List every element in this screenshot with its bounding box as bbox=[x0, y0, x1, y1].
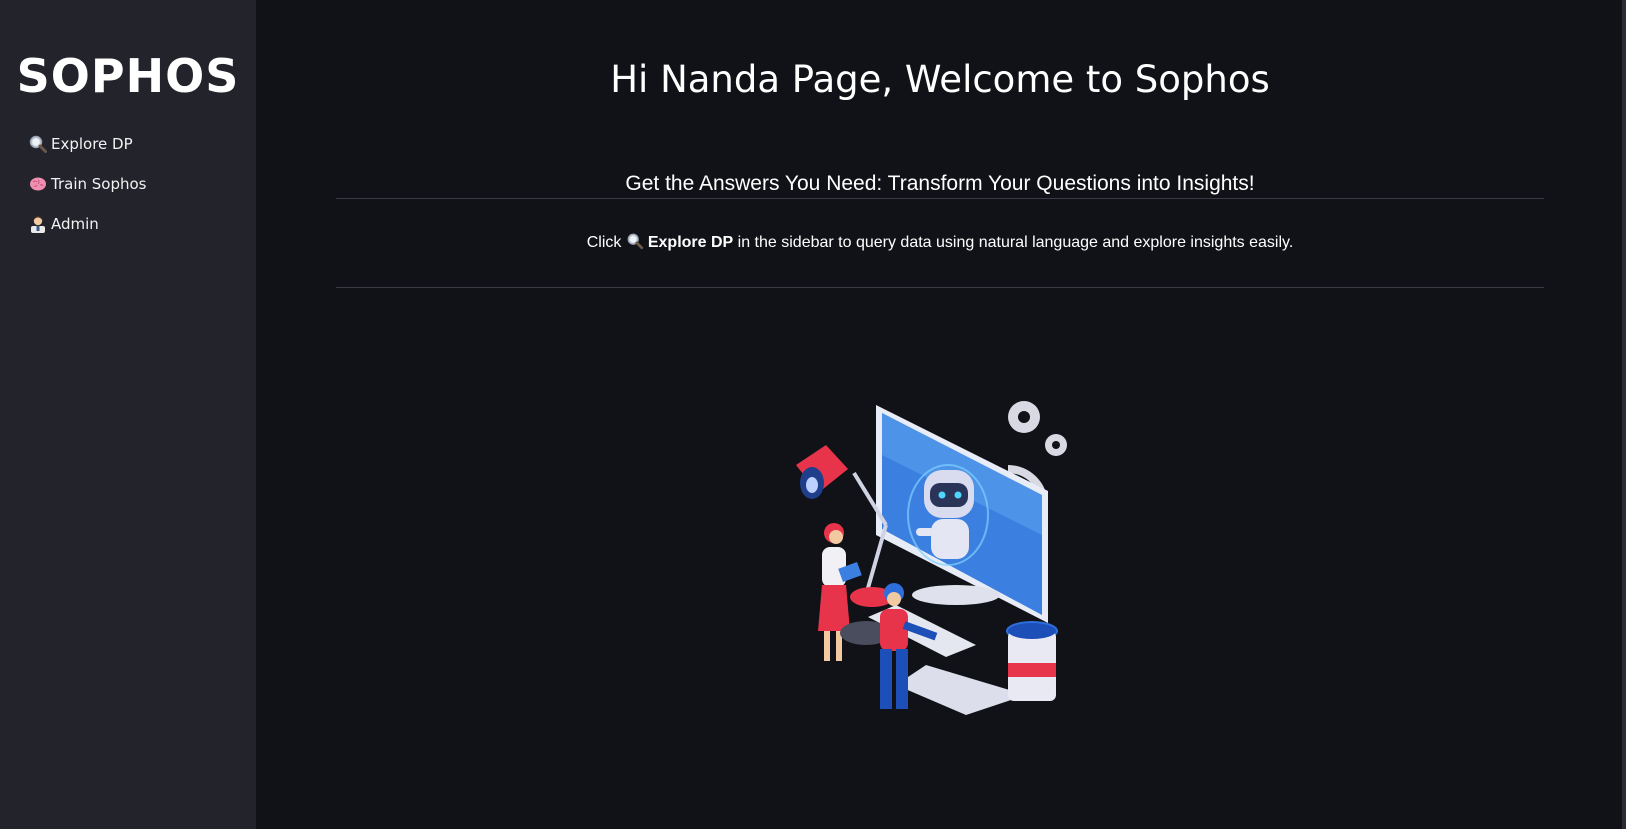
sidebar-item-admin[interactable]: Admin bbox=[28, 204, 256, 244]
hint-text: Click Explore DP in the sidebar to query… bbox=[336, 232, 1544, 254]
robot-computer-people-illustration bbox=[796, 401, 1067, 715]
sidebar-item-train-sophos[interactable]: Train Sophos bbox=[28, 164, 256, 204]
hint-highlight: Explore DP bbox=[647, 234, 734, 251]
divider-top bbox=[336, 198, 1544, 199]
sidebar-item-label: Admin bbox=[51, 215, 99, 233]
app-root: SOPHOS Explore DP Train Sophos Admin Hi … bbox=[0, 0, 1626, 829]
magnifier-icon bbox=[29, 135, 47, 153]
divider-bottom bbox=[336, 287, 1544, 288]
magnifier-icon bbox=[627, 233, 643, 250]
scrollbar[interactable] bbox=[1622, 0, 1626, 829]
hint-suffix: in the sidebar to query data using natur… bbox=[737, 234, 1294, 251]
welcome-section: Hi Nanda Page, Welcome to Sophos Get the… bbox=[336, 58, 1544, 288]
brain-icon bbox=[30, 177, 46, 191]
coffee-cup bbox=[1006, 621, 1058, 701]
sidebar-item-explore-dp[interactable]: Explore DP bbox=[28, 124, 256, 164]
sidebar: SOPHOS Explore DP Train Sophos Admin bbox=[0, 0, 256, 829]
page-subtitle: Get the Answers You Need: Transform Your… bbox=[625, 172, 1255, 195]
sidebar-item-label: Explore DP bbox=[51, 135, 133, 153]
hint-prefix: Click bbox=[586, 234, 622, 251]
page-title: Hi Nanda Page, Welcome to Sophos bbox=[610, 58, 1270, 101]
main-content: Hi Nanda Page, Welcome to Sophos Get the… bbox=[256, 0, 1626, 829]
sidebar-nav: Explore DP Train Sophos Admin bbox=[0, 124, 256, 244]
sidebar-item-label: Train Sophos bbox=[51, 175, 147, 193]
admin-person-icon bbox=[31, 216, 45, 233]
brand-logo: SOPHOS bbox=[16, 49, 240, 103]
